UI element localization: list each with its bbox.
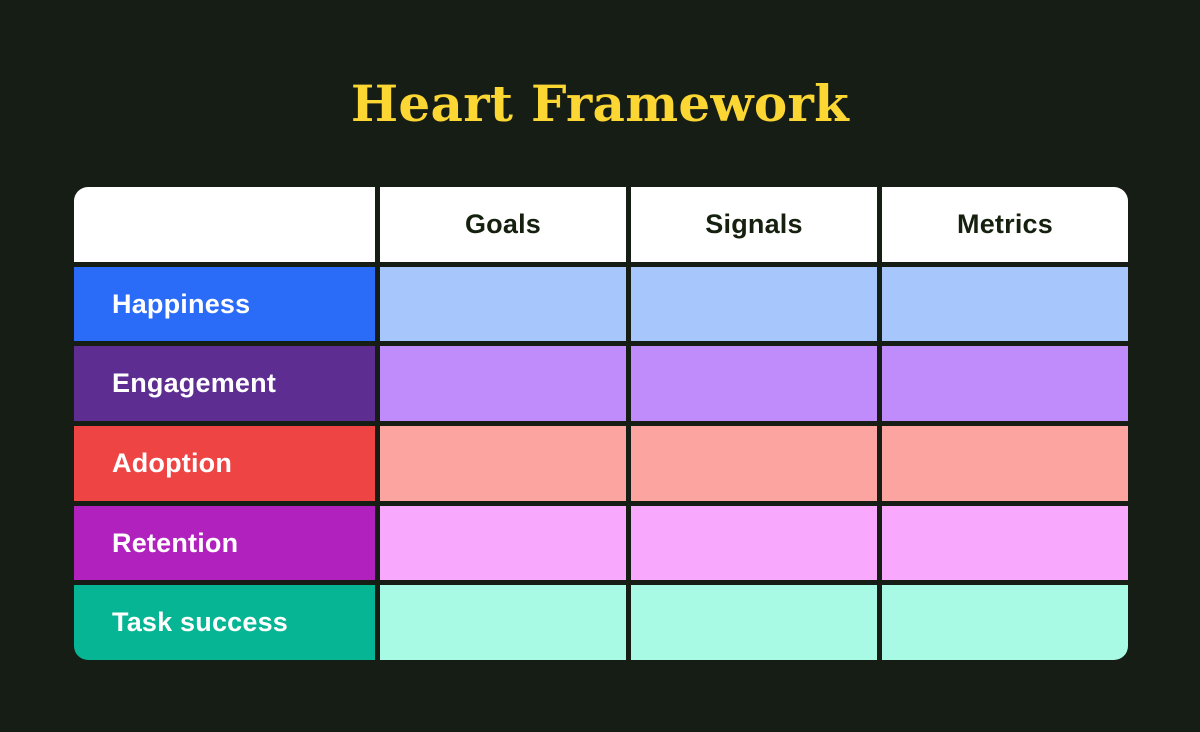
cell-retention-signals[interactable]	[631, 505, 877, 581]
cell-engagement-signals[interactable]	[631, 346, 877, 422]
slide-canvas: Heart Framework Goals Signals Metrics Ha…	[0, 0, 1200, 732]
cell-adoption-metrics[interactable]	[882, 426, 1128, 501]
cell-retention-metrics[interactable]	[882, 505, 1128, 581]
column-header-signals: Signals	[631, 187, 877, 262]
cell-happiness-metrics[interactable]	[882, 266, 1128, 342]
column-header-goals-label: Goals	[464, 208, 542, 239]
cell-task-success-goals[interactable]	[380, 585, 626, 661]
cell-adoption-signals[interactable]	[631, 426, 877, 501]
row-label-adoption-text: Adoption	[112, 447, 233, 478]
cell-task-success-signals[interactable]	[631, 585, 877, 661]
page-title: Heart Framework	[350, 74, 850, 133]
row-label-happiness: Happiness	[74, 266, 375, 342]
row-label-task-success-text: Task success	[112, 607, 289, 638]
cell-engagement-goals[interactable]	[380, 346, 626, 422]
table-row: Task success	[74, 585, 1128, 661]
row-label-adoption: Adoption	[74, 426, 375, 501]
row-label-task-success: Task success	[74, 585, 375, 661]
row-label-retention-text: Retention	[112, 527, 239, 558]
column-header-goals: Goals	[380, 187, 626, 262]
row-label-engagement-text: Engagement	[112, 368, 277, 399]
column-header-metrics: Metrics	[882, 187, 1128, 262]
header-corner-cell	[74, 187, 375, 262]
row-label-retention: Retention	[74, 505, 375, 581]
table-row: Adoption	[74, 426, 1128, 501]
cell-adoption-goals[interactable]	[380, 426, 626, 501]
heart-framework-table: Goals Signals Metrics Happiness Engageme…	[74, 187, 1128, 661]
cell-engagement-metrics[interactable]	[882, 346, 1128, 422]
row-label-engagement: Engagement	[74, 346, 375, 422]
table-header-row: Goals Signals Metrics	[74, 187, 1128, 262]
column-header-metrics-label: Metrics	[957, 208, 1053, 239]
cell-happiness-goals[interactable]	[380, 266, 626, 342]
table-row: Retention	[74, 505, 1128, 581]
row-label-happiness-text: Happiness	[112, 288, 251, 319]
cell-task-success-metrics[interactable]	[882, 585, 1128, 661]
cell-retention-goals[interactable]	[380, 505, 626, 581]
column-header-signals-label: Signals	[705, 208, 803, 239]
table-row: Engagement	[74, 346, 1128, 422]
cell-happiness-signals[interactable]	[631, 266, 877, 342]
table-row: Happiness	[74, 266, 1128, 342]
